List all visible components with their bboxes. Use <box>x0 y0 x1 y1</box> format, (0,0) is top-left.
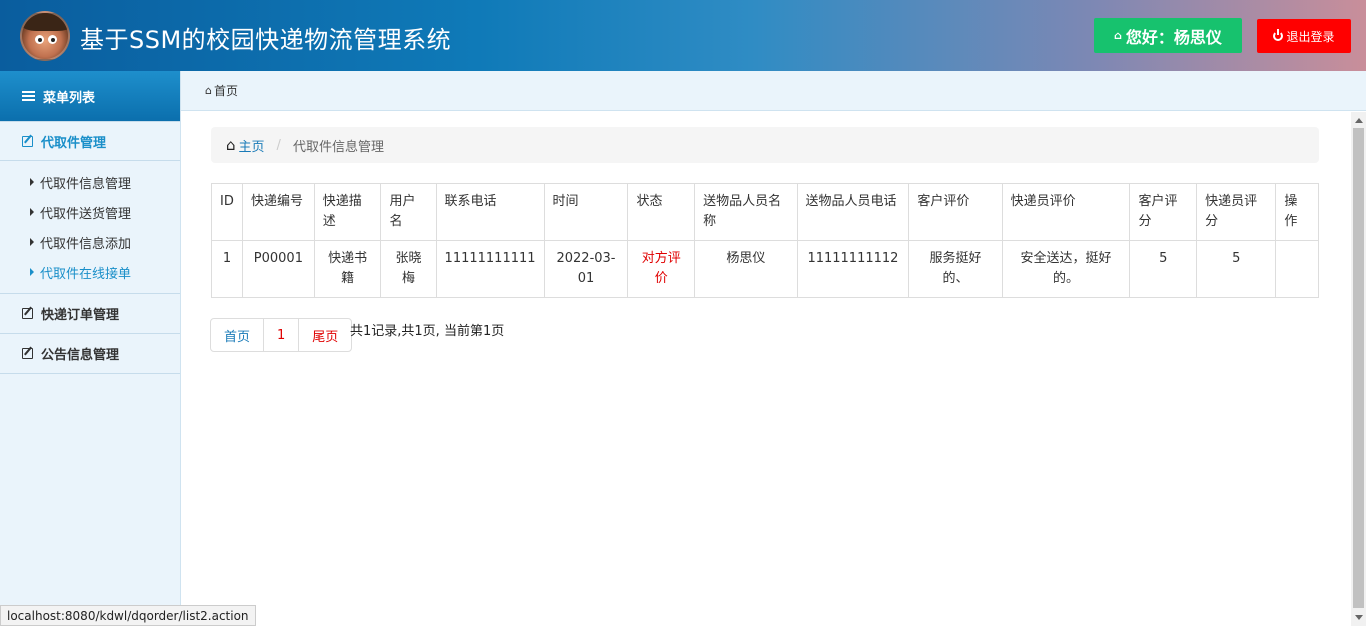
home-icon: ⌂ <box>1114 29 1122 42</box>
caret-right-icon <box>30 268 34 276</box>
pickup-table: ID 快递编号 快递描述 用户名 联系电话 时间 状态 送物品人员名称 送物品人… <box>211 183 1319 298</box>
scroll-up-icon[interactable] <box>1355 118 1363 123</box>
sidebar-item-label: 代取件送货管理 <box>40 206 132 222</box>
app-title: 基于SSM的校园快递物流管理系统 <box>80 26 452 54</box>
breadcrumb-home-link[interactable]: ⌂ 主页 <box>226 136 265 155</box>
column-header: 送物品人员名称 <box>694 183 798 241</box>
table-cell: 5 <box>1129 240 1198 298</box>
table-cell: 杨思仪 <box>694 240 798 298</box>
table-cell: 服务挺好的、 <box>908 240 1003 298</box>
table-row: 1 P00001 快递书籍 张晓梅 11111111111 2022-03-01… <box>211 240 1319 298</box>
table-cell: 1 <box>211 240 243 298</box>
app-header: 基于SSM的校园快递物流管理系统 ⌂ 您好：杨思仪 退出登录 <box>0 0 1366 71</box>
column-header: ID <box>211 183 243 241</box>
caret-right-icon <box>30 238 34 246</box>
edit-icon <box>22 308 33 319</box>
pagination: 首页 1 尾页 <box>210 318 353 352</box>
top-nav-bar: ⌂ 首页 <box>181 71 1366 111</box>
user-greeting-button[interactable]: ⌂ 您好：杨思仪 <box>1094 18 1242 53</box>
table-cell: 11111111111 <box>435 240 545 298</box>
greeting-text: 您好：杨思仪 <box>1125 27 1222 47</box>
sidebar-submenu: 代取件信息管理 代取件送货管理 代取件信息添加 代取件在线接单 <box>0 161 180 294</box>
column-header: 快递员评价 <box>1001 183 1131 241</box>
first-page-button[interactable]: 首页 <box>211 319 265 351</box>
sidebar-group-pickup[interactable]: 代取件管理 <box>0 121 180 161</box>
sidebar-item-pickup-delivery[interactable]: 代取件送货管理 <box>0 197 180 227</box>
column-header: 快递描述 <box>313 183 382 241</box>
home-icon: ⌂ <box>205 84 212 97</box>
sidebar-group-announcements[interactable]: 公告信息管理 <box>0 334 180 374</box>
logo-avatar <box>20 11 70 61</box>
vertical-scrollbar[interactable] <box>1351 112 1366 626</box>
sidebar-item-label: 代取件在线接单 <box>40 266 132 282</box>
column-header: 送物品人员电话 <box>796 183 910 241</box>
sidebar-item-pickup-online[interactable]: 代取件在线接单 <box>0 257 180 287</box>
sidebar-group-label: 公告信息管理 <box>41 348 120 363</box>
scroll-down-icon[interactable] <box>1355 615 1363 620</box>
table-cell: P00001 <box>241 240 315 298</box>
table-cell: 快递书籍 <box>313 240 382 298</box>
table-cell: 张晓梅 <box>380 240 437 298</box>
column-header: 联系电话 <box>435 183 545 241</box>
sidebar-group-express-orders[interactable]: 快递订单管理 <box>0 294 180 334</box>
edit-icon <box>22 135 33 147</box>
logout-button[interactable]: 退出登录 <box>1257 19 1351 53</box>
breadcrumb-separator: / <box>276 137 281 153</box>
sidebar-group-label: 代取件管理 <box>41 135 107 151</box>
sidebar: 菜单列表 代取件管理 代取件信息管理 代取件送货管理 代取件信息添加 代取件在线… <box>0 71 181 626</box>
column-header: 快递编号 <box>241 183 315 241</box>
last-page-button[interactable]: 尾页 <box>299 319 351 351</box>
breadcrumb-current: 代取件信息管理 <box>292 139 384 155</box>
status-link[interactable]: 对方评价 <box>627 240 696 298</box>
column-header: 操作 <box>1275 183 1319 241</box>
caret-right-icon <box>30 208 34 216</box>
scroll-thumb[interactable] <box>1353 128 1364 608</box>
table-cell: 11111111112 <box>796 240 910 298</box>
page-number-button[interactable]: 1 <box>264 319 300 351</box>
sidebar-item-label: 代取件信息管理 <box>40 176 132 192</box>
sidebar-group-label: 快递订单管理 <box>41 308 120 323</box>
breadcrumb-home-label: 主页 <box>238 139 265 155</box>
table-header-row: ID 快递编号 快递描述 用户名 联系电话 时间 状态 送物品人员名称 送物品人… <box>211 183 1319 241</box>
sidebar-item-pickup-info[interactable]: 代取件信息管理 <box>0 167 180 197</box>
table-cell: 2022-03-01 <box>543 240 629 298</box>
column-header: 客户评价 <box>908 183 1003 241</box>
caret-right-icon <box>30 178 34 186</box>
list-icon <box>22 91 35 101</box>
column-header: 用户名 <box>380 183 437 241</box>
pagination-info: 共1记录,共1页, 当前第1页 <box>350 324 505 339</box>
column-header: 快递员评分 <box>1196 183 1277 241</box>
sidebar-heading-label: 菜单列表 <box>43 90 96 106</box>
sidebar-item-pickup-add[interactable]: 代取件信息添加 <box>0 227 180 257</box>
column-header: 时间 <box>543 183 629 241</box>
top-nav-home-link[interactable]: 首页 <box>214 82 238 99</box>
edit-icon <box>22 348 33 359</box>
table-cell: 安全送达，挺好的。 <box>1001 240 1131 298</box>
column-header: 状态 <box>627 183 696 241</box>
table-cell-actions <box>1275 240 1319 298</box>
sidebar-item-label: 代取件信息添加 <box>40 236 132 252</box>
column-header: 客户评分 <box>1129 183 1198 241</box>
table-cell: 5 <box>1196 240 1277 298</box>
sidebar-heading: 菜单列表 <box>0 71 180 121</box>
breadcrumb: ⌂ 主页 / 代取件信息管理 <box>211 127 1319 163</box>
power-icon <box>1273 29 1284 41</box>
logout-label: 退出登录 <box>1286 29 1335 44</box>
browser-status-url: localhost:8080/kdwl/dqorder/list2.action <box>0 605 256 626</box>
home-icon: ⌂ <box>226 136 236 154</box>
